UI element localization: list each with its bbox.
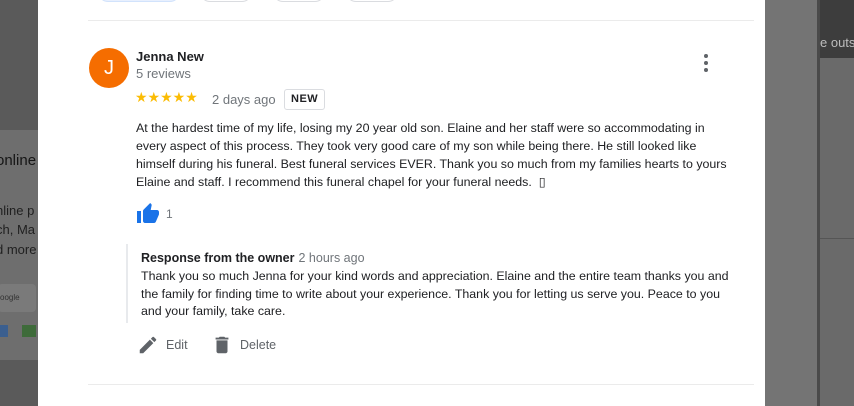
trash-icon [215, 336, 229, 354]
new-badge: NEW [284, 89, 326, 110]
edit-label: Edit [166, 338, 188, 352]
review-date: 2 days ago [212, 92, 276, 107]
background-text: d more [0, 242, 37, 257]
filter-chip[interactable] [346, 0, 398, 2]
background-page-left: online nline p ch, Ma d more oogle [0, 0, 38, 406]
reviewer-reviews-count: 5 reviews [136, 66, 191, 81]
background-text: e outs [820, 35, 854, 50]
pencil-icon [139, 336, 157, 354]
owner-response-text: Thank you so much Jenna for your kind wo… [141, 269, 729, 318]
more-options-icon[interactable] [694, 52, 718, 76]
owner-response-header: Response from the owner 2 hours ago [141, 251, 365, 265]
star-rating: ★★★★★ [135, 89, 198, 105]
owner-response-time: 2 hours ago [298, 251, 365, 265]
delete-button[interactable]: Delete [211, 334, 283, 356]
avatar[interactable]: J [89, 48, 129, 88]
like-count: 1 [166, 207, 173, 221]
review-text: At the hardest time of my life, losing m… [136, 121, 727, 189]
delete-label: Delete [240, 338, 277, 352]
background-text: nline p [0, 203, 35, 218]
background-page-right: e outs [765, 0, 854, 406]
background-button: oogle [0, 284, 36, 312]
background-text: online [0, 152, 37, 169]
background-thumbnail [0, 325, 8, 337]
background-photo: e outs [820, 0, 854, 58]
filter-chip[interactable] [273, 0, 325, 2]
background-thumbnail [22, 325, 36, 337]
divider [88, 384, 754, 385]
filter-chip[interactable] [200, 0, 252, 2]
divider [88, 20, 754, 21]
thumbs-up-icon[interactable] [136, 202, 160, 226]
owner-response-title: Response from the owner [141, 251, 295, 265]
reviewer-name[interactable]: Jenna New [136, 49, 204, 64]
reviews-dialog: J Jenna New 5 reviews ★★★★★ 2 days ago N… [38, 0, 765, 406]
edit-button[interactable]: Edit [137, 334, 197, 356]
owner-response-bar [126, 244, 128, 323]
filter-chip[interactable] [98, 0, 180, 2]
background-text: ch, Ma [0, 222, 36, 237]
